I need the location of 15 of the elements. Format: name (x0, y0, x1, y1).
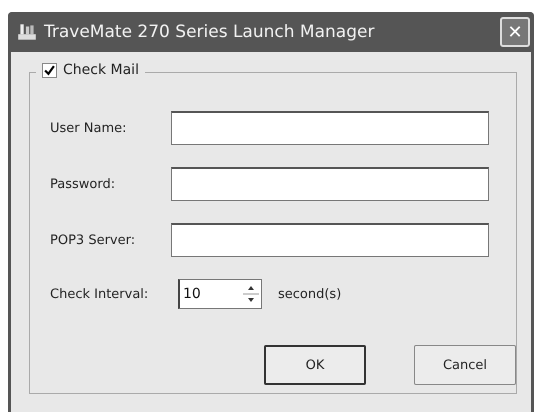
input-field[interactable] (171, 167, 489, 201)
dialog-button[interactable]: Cancel (414, 345, 516, 385)
field-label: Check Interval: (50, 286, 150, 302)
input-field[interactable] (171, 223, 489, 257)
check-icon (44, 64, 55, 76)
check-mail-checkbox[interactable]: Check Mail (36, 62, 145, 78)
field-label: POP3 Server: (50, 232, 136, 248)
field-label: User Name: (50, 120, 128, 136)
close-button[interactable]: ✕ (500, 17, 530, 47)
spin-field[interactable]: 10 (178, 279, 262, 309)
dialog-button[interactable]: OK (264, 345, 366, 385)
input-field[interactable] (171, 111, 489, 145)
field-label: Password: (50, 176, 116, 192)
unit-label: second(s) (278, 286, 342, 302)
window-title: TraveMate 270 Series Launch Manager (44, 22, 376, 42)
